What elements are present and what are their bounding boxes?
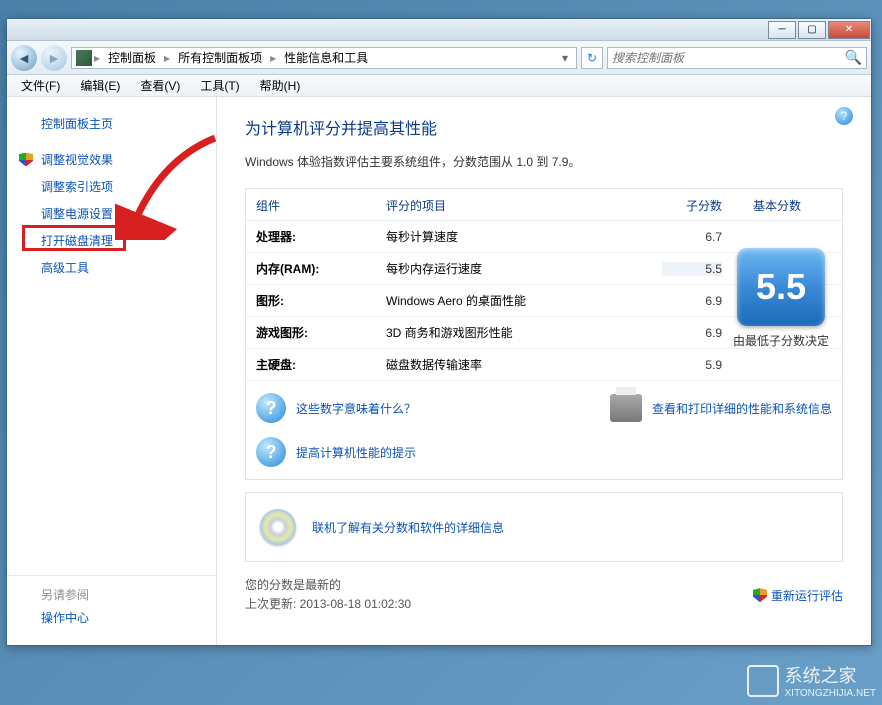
base-score-area: 5.5 由最低子分数决定	[726, 221, 836, 376]
page-description: Windows 体验指数评估主要系统组件，分数范围从 1.0 到 7.9。	[245, 153, 843, 170]
status-line-2: 上次更新: 2013-08-18 01:02:30	[245, 595, 753, 614]
sidebar-item-indexing[interactable]: 调整索引选项	[7, 173, 216, 200]
header-subscore: 子分数	[662, 197, 722, 214]
status-line-1: 您的分数是最新的	[245, 576, 753, 595]
see-also-action-center[interactable]: 操作中心	[7, 607, 216, 631]
nav-back-button[interactable]: ◄	[11, 45, 37, 71]
cell-item: 每秒计算速度	[386, 228, 662, 245]
sidebar-see-also: 另请参阅 操作中心	[7, 575, 216, 635]
watermark-logo-icon	[747, 665, 779, 697]
search-input[interactable]	[612, 51, 845, 65]
maximize-button[interactable]: ▢	[798, 21, 826, 39]
help-icon: ?	[256, 437, 286, 467]
cell-item: 磁盘数据传输速率	[386, 356, 662, 373]
header-item: 评分的项目	[386, 197, 662, 214]
breadcrumb-item-0[interactable]: 控制面板	[102, 49, 162, 66]
chevron-right-icon: ▸	[164, 51, 170, 65]
control-panel-icon	[76, 50, 92, 66]
control-panel-window: ─ ▢ ✕ ◄ ► ▸ 控制面板 ▸ 所有控制面板项 ▸ 性能信息和工具 ▾ ↻…	[6, 18, 872, 646]
cell-subscore: 5.5	[662, 262, 722, 276]
sidebar-item-label: 操作中心	[41, 609, 89, 626]
search-icon[interactable]: 🔍	[845, 49, 862, 66]
online-info-row: 联机了解有关分数和软件的详细信息	[245, 492, 843, 562]
shield-icon	[753, 588, 767, 602]
header-component: 组件	[256, 197, 386, 214]
menu-help[interactable]: 帮助(H)	[250, 75, 311, 96]
menu-tools[interactable]: 工具(T)	[190, 75, 249, 96]
cd-icon	[260, 509, 296, 545]
sidebar-item-power[interactable]: 调整电源设置	[7, 200, 216, 227]
base-score-caption: 由最低子分数决定	[729, 332, 833, 349]
sidebar-home-link[interactable]: 控制面板主页	[7, 111, 216, 136]
cell-component: 主硬盘:	[256, 356, 386, 373]
link-what-numbers-mean[interactable]: 这些数字意味着什么？	[296, 400, 416, 417]
content-area: 控制面板主页 调整视觉效果 调整索引选项 调整电源设置 打开磁盘清理 高级工具 …	[7, 97, 871, 645]
cell-component: 游戏图形:	[256, 324, 386, 341]
refresh-button[interactable]: ↻	[581, 47, 603, 69]
sidebar-item-label: 调整电源设置	[41, 205, 113, 222]
main-panel: ? 为计算机评分并提高其性能 Windows 体验指数评估主要系统组件，分数范围…	[217, 97, 871, 645]
watermark-name: 系统之家	[785, 666, 857, 686]
score-header: 组件 评分的项目 子分数 基本分数	[246, 189, 842, 221]
menu-view[interactable]: 查看(V)	[130, 75, 190, 96]
breadcrumb[interactable]: ▸ 控制面板 ▸ 所有控制面板项 ▸ 性能信息和工具 ▾	[71, 47, 577, 69]
link-view-print-details[interactable]: 查看和打印详细的性能和系统信息	[652, 400, 832, 417]
help-links-row-2: ? 提高计算机性能的提示	[246, 435, 842, 479]
link-online-info[interactable]: 联机了解有关分数和软件的详细信息	[312, 519, 504, 536]
page-title: 为计算机评分并提高其性能	[245, 115, 843, 139]
sidebar-item-visual-effects[interactable]: 调整视觉效果	[7, 146, 216, 173]
sidebar-item-label: 调整视觉效果	[41, 151, 113, 168]
sidebar-item-advanced-tools[interactable]: 高级工具	[7, 254, 216, 281]
header-basescore: 基本分数	[722, 197, 832, 214]
score-rows: 处理器: 每秒计算速度 6.7 内存(RAM): 每秒内存运行速度 5.5 图形…	[246, 221, 842, 381]
watermark-url: XITONGZHIJIA.NET	[785, 688, 877, 699]
menubar: 文件(F) 编辑(E) 查看(V) 工具(T) 帮助(H)	[7, 75, 871, 97]
cell-component: 图形:	[256, 292, 386, 309]
chevron-right-icon: ▸	[270, 51, 276, 65]
minimize-button[interactable]: ─	[768, 21, 796, 39]
rerun-assessment-link[interactable]: 重新运行评估	[753, 576, 843, 614]
help-icon: ?	[256, 393, 286, 423]
help-links-row: ? 这些数字意味着什么？ 查看和打印详细的性能和系统信息	[246, 381, 842, 435]
titlebar: ─ ▢ ✕	[7, 19, 871, 41]
cell-subscore: 6.7	[662, 230, 722, 244]
help-icon[interactable]: ?	[835, 107, 853, 125]
score-panel: 组件 评分的项目 子分数 基本分数 处理器: 每秒计算速度 6.7 内存(RAM…	[245, 188, 843, 480]
see-also-label: 另请参阅	[7, 586, 216, 607]
status-timestamp: 2013-08-18 01:02:30	[300, 597, 411, 611]
menu-edit[interactable]: 编辑(E)	[70, 75, 130, 96]
navbar: ◄ ► ▸ 控制面板 ▸ 所有控制面板项 ▸ 性能信息和工具 ▾ ↻ 🔍	[7, 41, 871, 75]
nav-forward-button[interactable]: ►	[41, 45, 67, 71]
breadcrumb-dropdown[interactable]: ▾	[558, 51, 572, 65]
link-performance-tips[interactable]: 提高计算机性能的提示	[296, 444, 416, 461]
sidebar-item-label: 调整索引选项	[41, 178, 113, 195]
window-controls: ─ ▢ ✕	[767, 21, 871, 39]
menu-file[interactable]: 文件(F)	[11, 75, 70, 96]
cell-subscore: 6.9	[662, 294, 722, 308]
cell-subscore: 6.9	[662, 326, 722, 340]
sidebar-item-label: 打开磁盘清理	[41, 232, 113, 249]
base-score-badge: 5.5	[737, 248, 825, 326]
printer-icon	[610, 394, 642, 422]
cell-item: 每秒内存运行速度	[386, 260, 662, 277]
cell-component: 处理器:	[256, 228, 386, 245]
status-footer: 您的分数是最新的 上次更新: 2013-08-18 01:02:30 重新运行评…	[245, 576, 843, 614]
cell-item: 3D 商务和游戏图形性能	[386, 324, 662, 341]
breadcrumb-item-1[interactable]: 所有控制面板项	[172, 49, 268, 66]
watermark: 系统之家 XITONGZHIJIA.NET	[747, 662, 877, 699]
search-box[interactable]: 🔍	[607, 47, 867, 69]
cell-item: Windows Aero 的桌面性能	[386, 292, 662, 309]
chevron-right-icon: ▸	[94, 51, 100, 65]
sidebar-item-disk-cleanup[interactable]: 打开磁盘清理	[7, 227, 216, 254]
close-button[interactable]: ✕	[828, 21, 870, 39]
sidebar-item-label: 高级工具	[41, 259, 89, 276]
cell-subscore: 5.9	[662, 358, 722, 372]
breadcrumb-item-2[interactable]: 性能信息和工具	[278, 49, 374, 66]
cell-component: 内存(RAM):	[256, 260, 386, 277]
sidebar: 控制面板主页 调整视觉效果 调整索引选项 调整电源设置 打开磁盘清理 高级工具 …	[7, 97, 217, 645]
